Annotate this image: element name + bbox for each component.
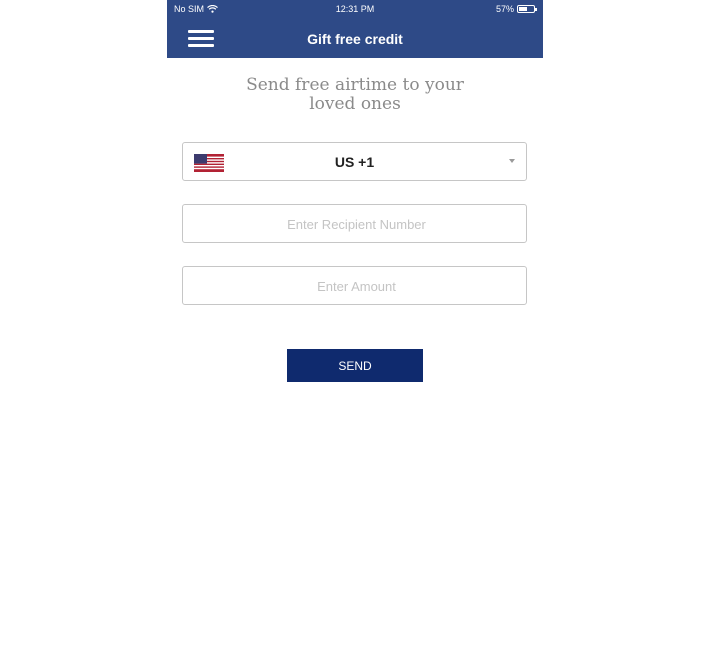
chevron-down-icon [509,159,515,163]
nav-bar: Gift free credit [167,20,543,58]
battery-icon [517,5,537,13]
status-bar: No SIM 12:31 PM 57% [167,0,543,20]
form-heading: Send free airtime to your loved ones [167,76,543,114]
amount-input[interactable] [183,267,530,306]
amount-field [182,266,530,306]
country-code-label: US +1 [334,154,375,170]
heading-line-1: Send free airtime to your [246,75,464,95]
status-right: 57% [495,4,537,14]
recipient-number-field [182,204,530,244]
status-time: 12:31 PM [335,4,375,14]
heading-line-2: loved ones [309,94,401,114]
phone-screen: No SIM 12:31 PM 57% Gift free credit Sen… [167,0,543,667]
battery-percent: 57% [495,4,514,14]
page-title: Gift free credit [307,31,403,47]
country-code-select[interactable]: US +1 [182,142,527,181]
battery-fill [519,7,527,11]
recipient-number-input[interactable] [183,205,530,244]
send-button[interactable]: SEND [287,349,423,382]
